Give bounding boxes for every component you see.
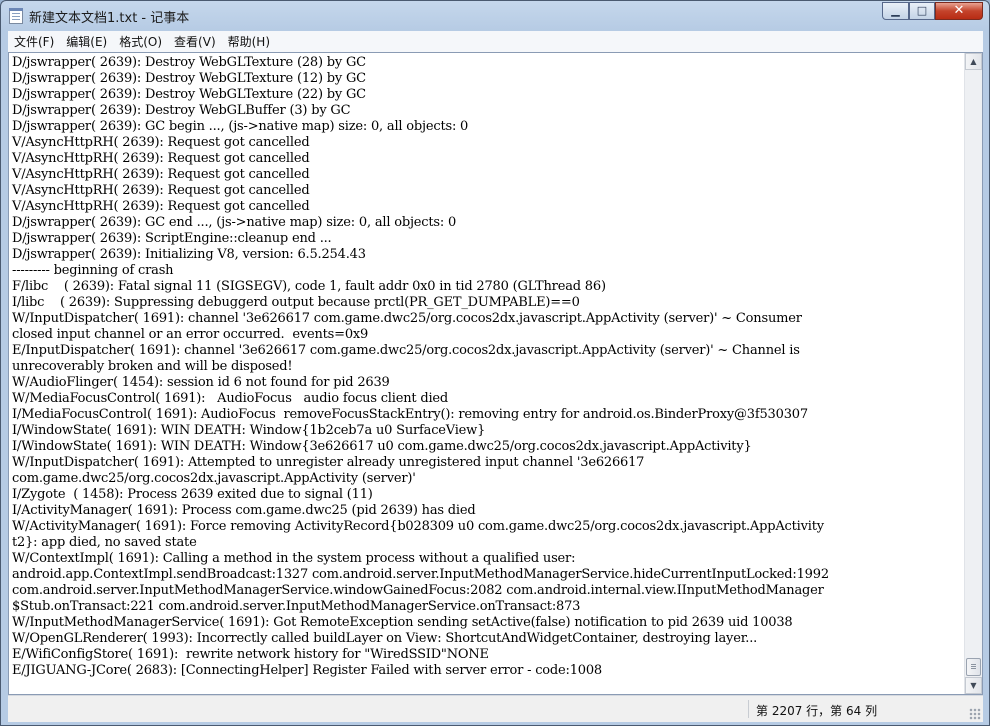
- text-editor[interactable]: D/jswrapper( 2639): Destroy WebGLTexture…: [8, 52, 983, 695]
- text-line: F/libc ( 2639): Fatal signal 11 (SIGSEGV…: [12, 279, 606, 294]
- text-line: D/jswrapper( 2639): Destroy WebGLTexture…: [12, 87, 366, 102]
- menu-view[interactable]: 查看(V): [168, 32, 222, 53]
- text-line: W/OpenGLRenderer( 1993): Incorrectly cal…: [12, 631, 758, 646]
- text-line: D/jswrapper( 2639): Initializing V8, ver…: [12, 247, 366, 262]
- text-line: I/WindowState( 1691): WIN DEATH: Window{…: [12, 439, 752, 454]
- text-line: D/jswrapper( 2639): Destroy WebGLTexture…: [12, 55, 366, 70]
- title-bar[interactable]: 新建文本文档1.txt - 记事本 ▁ □ ✕: [1, 1, 989, 31]
- text-line: W/MediaFocusControl( 1691): AudioFocus a…: [12, 391, 449, 406]
- text-line: I/Zygote ( 1458): Process 2639 exited du…: [12, 487, 373, 502]
- text-line: --------- beginning of crash: [12, 263, 174, 278]
- text-line: I/ActivityManager( 1691): Process com.ga…: [12, 503, 476, 518]
- minimize-button[interactable]: ▁: [882, 2, 909, 20]
- notepad-icon[interactable]: [9, 8, 23, 24]
- text-line: W/AudioFlinger( 1454): session id 6 not …: [12, 375, 390, 390]
- text-line: D/jswrapper( 2639): GC end ..., (js->nat…: [12, 215, 457, 230]
- text-line: V/AsyncHttpRH( 2639): Request got cancel…: [12, 135, 310, 150]
- text-line: $Stub.onTransact:221 com.android.server.…: [12, 599, 581, 614]
- text-line: com.android.server.InputMethodManagerSer…: [12, 583, 824, 598]
- text-line: W/ContextImpl( 1691): Calling a method i…: [12, 551, 576, 566]
- scroll-down-button[interactable]: ▼: [965, 677, 982, 694]
- window-title: 新建文本文档1.txt - 记事本: [29, 11, 190, 26]
- status-bar: 第 2207 行，第 64 列: [8, 695, 983, 722]
- maximize-button[interactable]: □: [909, 2, 935, 20]
- text-line: I/libc ( 2639): Suppressing debuggerd ou…: [12, 295, 580, 310]
- text-line: com.game.dwc25/org.cocos2dx.javascript.A…: [12, 471, 416, 486]
- text-line: V/AsyncHttpRH( 2639): Request got cancel…: [12, 167, 310, 182]
- resize-grip[interactable]: [969, 708, 981, 720]
- menu-edit[interactable]: 编辑(E): [60, 32, 113, 53]
- text-line: W/ActivityManager( 1691): Force removing…: [12, 519, 824, 534]
- scroll-up-button[interactable]: ▲: [965, 53, 982, 70]
- text-line: t2}: app died, no saved state: [12, 535, 197, 550]
- close-button[interactable]: ✕: [935, 2, 983, 20]
- text-line: D/jswrapper( 2639): ScriptEngine::cleanu…: [12, 231, 332, 246]
- editor-content[interactable]: D/jswrapper( 2639): Destroy WebGLTexture…: [12, 55, 962, 679]
- text-line: E/InputDispatcher( 1691): channel '3e626…: [12, 343, 800, 358]
- text-line: closed input channel or an error occurre…: [12, 327, 369, 342]
- text-line: W/InputMethodManagerService( 1691): Got …: [12, 615, 793, 630]
- text-line: I/WindowState( 1691): WIN DEATH: Window{…: [12, 423, 486, 438]
- text-line: V/AsyncHttpRH( 2639): Request got cancel…: [12, 199, 310, 214]
- status-divider: [748, 700, 749, 718]
- text-line: W/InputDispatcher( 1691): channel '3e626…: [12, 311, 802, 326]
- text-line: D/jswrapper( 2639): Destroy WebGLTexture…: [12, 71, 366, 86]
- text-line: W/InputDispatcher( 1691): Attempted to u…: [12, 455, 645, 470]
- menu-bar: 文件(F) 编辑(E) 格式(O) 查看(V) 帮助(H): [8, 31, 983, 53]
- menu-format[interactable]: 格式(O): [113, 32, 168, 53]
- text-line: V/AsyncHttpRH( 2639): Request got cancel…: [12, 151, 310, 166]
- text-line: unrecoverably broken and will be dispose…: [12, 359, 293, 374]
- text-line: I/MediaFocusControl( 1691): AudioFocus r…: [12, 407, 808, 422]
- scrollbar-thumb[interactable]: [966, 658, 981, 676]
- text-line: E/WifiConfigStore( 1691): rewrite networ…: [12, 647, 489, 662]
- vertical-scrollbar[interactable]: ▲ ▼: [964, 53, 982, 694]
- text-line: E/JIGUANG-JCore( 2683): [ConnectingHelpe…: [12, 663, 602, 678]
- text-line: D/jswrapper( 2639): Destroy WebGLBuffer …: [12, 103, 351, 118]
- text-line: android.app.ContextImpl.sendBroadcast:13…: [12, 567, 829, 582]
- menu-file[interactable]: 文件(F): [8, 32, 60, 53]
- notepad-window: 新建文本文档1.txt - 记事本 ▁ □ ✕ 文件(F) 编辑(E) 格式(O) 查…: [0, 0, 990, 726]
- text-line: D/jswrapper( 2639): GC begin ..., (js->n…: [12, 119, 469, 134]
- text-line: V/AsyncHttpRH( 2639): Request got cancel…: [12, 183, 310, 198]
- cursor-position: 第 2207 行，第 64 列: [756, 704, 878, 718]
- menu-help[interactable]: 帮助(H): [222, 32, 276, 53]
